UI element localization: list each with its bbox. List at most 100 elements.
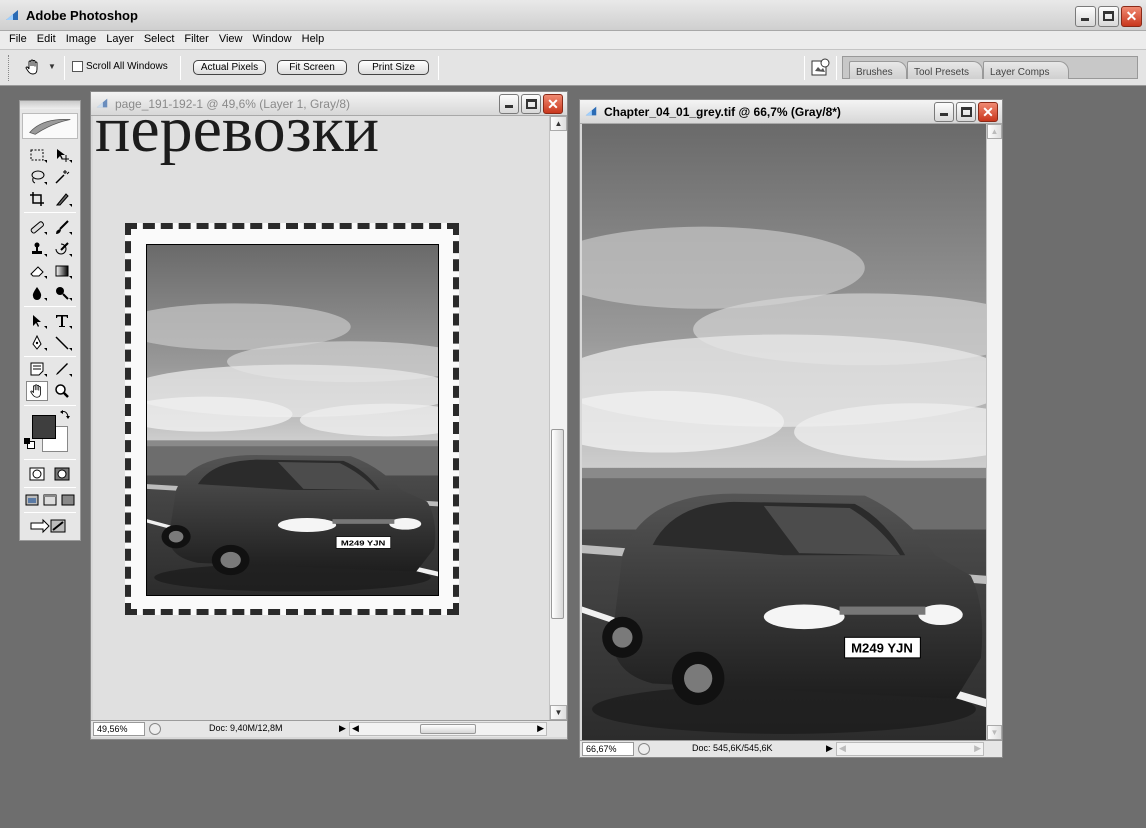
maximize-button[interactable] [956,102,976,122]
document-canvas[interactable]: перевозки M249 YJN [93,116,549,720]
zoom-level[interactable]: 49,56% [93,722,145,736]
menu-layer[interactable]: Layer [101,31,139,50]
scroll-left-arrow[interactable]: ◀ [352,723,359,734]
zoom-level[interactable]: 66,67% [582,742,634,756]
standard-mode-button[interactable] [26,464,48,484]
document-canvas[interactable]: M249 YJN [582,124,986,740]
minimize-button[interactable] [499,94,519,114]
fit-screen-button[interactable]: Fit Screen [277,60,347,75]
marquee-tool[interactable] [26,145,48,165]
scroll-right-arrow[interactable]: ▶ [537,723,544,734]
document-titlebar[interactable]: page_191-192-1 @ 49,6% (Layer 1, Gray/8)… [91,92,567,116]
scroll-right-arrow[interactable]: ▶ [974,743,981,754]
crop-tool[interactable] [26,189,48,209]
standard-screen-mode-button[interactable] [23,490,41,510]
maximize-button[interactable] [1098,6,1119,27]
slice-tool[interactable] [51,189,73,209]
clone-stamp-tool[interactable] [26,239,48,259]
menu-edit[interactable]: Edit [32,31,61,50]
file-browser-icon[interactable] [810,57,832,79]
default-colors-icon[interactable] [24,438,35,449]
maximize-icon [526,99,537,109]
tool-preset-dropdown-icon[interactable]: ▼ [48,62,56,71]
status-menu-arrow[interactable]: ▶ [826,743,833,754]
full-screen-mode-button[interactable] [59,490,77,510]
notes-tool[interactable] [26,359,48,379]
actual-pixels-button[interactable]: Actual Pixels [193,60,266,75]
document-size: Doc: 545,6K/545,6K [692,743,773,753]
status-menu-arrow[interactable]: ▶ [339,723,346,734]
checkbox-box[interactable] [72,61,83,72]
type-tool[interactable] [51,311,73,331]
full-screen-menu-mode-button[interactable] [41,490,59,510]
brush-tool[interactable] [51,217,73,237]
maximize-button[interactable] [521,94,541,114]
options-bar-grip[interactable] [8,55,11,81]
blur-tool[interactable] [26,283,48,303]
document-titlebar[interactable]: Chapter_04_01_grey.tif @ 66,7% (Gray/8*)… [580,100,1002,124]
minimize-button[interactable] [934,102,954,122]
horizontal-scrollbar[interactable]: ◀ ▶ [836,742,984,756]
close-button[interactable]: ✕ [978,102,998,122]
scroll-thumb[interactable] [551,429,564,619]
path-selection-tool[interactable] [26,311,48,331]
scroll-up-arrow[interactable]: ▲ [550,116,567,131]
toolbox-header[interactable] [20,101,80,109]
scroll-thumb[interactable] [420,724,476,734]
close-button[interactable]: ✕ [1121,6,1142,27]
document-title: page_191-192-1 @ 49,6% (Layer 1, Gray/8) [115,97,350,111]
menu-filter[interactable]: Filter [179,31,213,50]
menu-select[interactable]: Select [139,31,180,50]
foreground-color-swatch[interactable] [32,415,56,439]
jump-to-imageready-button[interactable] [26,516,72,536]
options-separator [804,56,805,80]
minimize-button[interactable] [1075,6,1096,27]
move-tool[interactable] [51,145,73,165]
magic-wand-tool[interactable] [51,167,73,187]
horizontal-scrollbar[interactable]: ◀ ▶ [349,722,547,736]
swap-colors-icon[interactable] [60,409,70,419]
tab-tool-presets[interactable]: Tool Presets [907,61,983,79]
toolbox [19,100,81,541]
tab-brushes[interactable]: Brushes [849,61,907,79]
adobe-online-feather-icon[interactable] [22,113,78,139]
vertical-scrollbar[interactable]: ▲ ▼ [549,116,567,720]
eraser-tool[interactable] [26,261,48,281]
healing-brush-tool[interactable] [26,217,48,237]
pen-icon [32,335,42,350]
slice-icon [55,193,69,206]
eyedropper-tool[interactable] [51,359,73,379]
status-info-icon[interactable] [149,723,161,735]
menu-image[interactable]: Image [61,31,102,50]
tab-layer-comps[interactable]: Layer Comps [983,61,1069,79]
menu-window[interactable]: Window [248,31,297,50]
print-size-button[interactable]: Print Size [358,60,429,75]
dodge-tool[interactable] [51,283,73,303]
menu-file[interactable]: File [4,31,32,50]
scroll-all-windows-checkbox[interactable]: Scroll All Windows [72,61,168,72]
scroll-down-arrow[interactable]: ▼ [987,725,1002,740]
line-icon [55,336,69,350]
pen-tool[interactable] [26,333,48,353]
document-window-chapter[interactable]: Chapter_04_01_grey.tif @ 66,7% (Gray/8*)… [579,99,1003,758]
magnifier-icon [55,384,69,398]
zoom-tool[interactable] [51,381,73,401]
line-tool[interactable] [51,333,73,353]
document-window-page[interactable]: page_191-192-1 @ 49,6% (Layer 1, Gray/8)… [90,91,568,740]
hand-tool[interactable] [26,381,48,401]
quick-mask-button[interactable] [51,464,73,484]
menu-view[interactable]: View [214,31,248,50]
eraser-icon [30,266,44,277]
lasso-icon [31,170,45,184]
vertical-scrollbar[interactable]: ▲ ▼ [986,124,1002,740]
close-button[interactable]: ✕ [543,94,563,114]
hand-tool-icon[interactable] [24,58,42,76]
menu-help[interactable]: Help [297,31,330,50]
history-brush-tool[interactable] [51,239,73,259]
lasso-tool[interactable] [26,167,48,187]
scroll-up-arrow[interactable]: ▲ [987,124,1002,139]
status-info-icon[interactable] [638,743,650,755]
scroll-left-arrow[interactable]: ◀ [839,743,846,754]
gradient-tool[interactable] [51,261,73,281]
scroll-down-arrow[interactable]: ▼ [550,705,567,720]
